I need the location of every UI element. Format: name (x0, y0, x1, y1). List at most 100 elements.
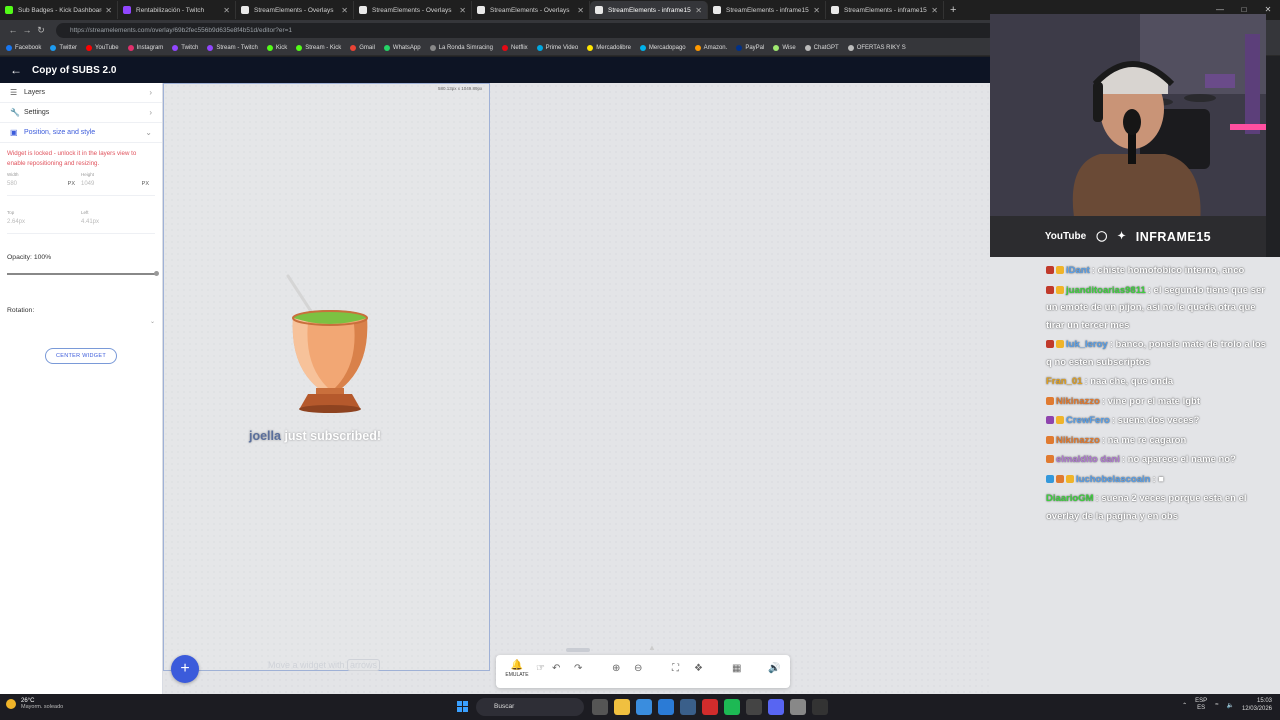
chat-message: iDant: chiste homofobico interno, anco (1046, 262, 1270, 280)
bookmark-favicon-icon (6, 44, 12, 51)
browser-tab[interactable]: Sub Badges - Kick Dashboard ✕ (0, 1, 118, 19)
app-icon[interactable] (746, 699, 762, 715)
bookmark-item[interactable]: Gmail (350, 44, 375, 51)
bookmark-item[interactable]: Facebook (6, 44, 41, 51)
settings-row[interactable]: 🔧 Settings › (0, 103, 162, 123)
center-widget-button[interactable]: CENTER WIDGET (45, 348, 117, 364)
cursor-icon[interactable]: ☞ (536, 663, 545, 674)
bookmark-item[interactable]: Kick (266, 44, 287, 51)
widget-size-label: 580.13px x 1049.89px (438, 86, 483, 91)
bookmark-item[interactable]: Stream - Twitch (207, 44, 258, 51)
top-field[interactable]: Top 2.64px (7, 210, 81, 225)
bookmark-item[interactable]: Mercadopago (639, 44, 686, 51)
opacity-slider[interactable] (7, 271, 159, 276)
tab-close-icon[interactable]: ✕ (695, 6, 702, 15)
tab-close-icon[interactable]: ✕ (813, 6, 820, 15)
browser-tab[interactable]: StreamElements - inframe15 ✕ (590, 1, 708, 19)
tray-chevron-icon[interactable]: ⌃ (1182, 702, 1187, 709)
bookmark-item[interactable]: PayPal (736, 44, 764, 51)
fit-screen-icon[interactable]: ⛶ (672, 663, 679, 674)
bookmark-item[interactable]: La Ronda Simracing (429, 44, 493, 51)
steam-icon[interactable] (680, 699, 696, 715)
bookmark-item[interactable]: Instagram (127, 44, 163, 51)
bookmark-item[interactable]: ChatGPT (804, 44, 839, 51)
task-view-icon[interactable] (592, 699, 608, 715)
chevron-up-icon[interactable]: ▲ (648, 643, 656, 652)
chat-badge-icon (1056, 340, 1064, 348)
zoom-in-icon[interactable]: ⊕ (612, 663, 620, 674)
browser-tab[interactable]: StreamElements - Overlays ✕ (354, 1, 472, 19)
undo-icon[interactable]: ↶ (552, 663, 560, 674)
hint-key: arrows (347, 659, 381, 671)
edge-icon[interactable] (658, 699, 674, 715)
volume-tray-icon[interactable]: 🔈 (1226, 702, 1233, 709)
tab-close-icon[interactable]: ✕ (577, 6, 584, 15)
bookmark-item[interactable]: OFERTAS RIKY S (847, 44, 906, 51)
bookmark-item[interactable]: Wise (773, 44, 796, 51)
taskbar-search[interactable]: Buscar (476, 698, 584, 716)
back-icon[interactable]: ← (6, 25, 20, 35)
bookmark-item[interactable]: Stream - Kick (296, 44, 341, 51)
add-widget-button[interactable]: + (171, 655, 199, 683)
wifi-icon[interactable]: ≈ (1215, 702, 1218, 708)
chat-text: : na me re cagaron (1101, 434, 1187, 446)
new-tab-icon[interactable]: + (950, 4, 956, 16)
emulate-button[interactable]: 🔔 EMULATE (502, 660, 532, 678)
tab-close-icon[interactable]: ✕ (931, 6, 938, 15)
bookmark-item[interactable]: YouTube (86, 44, 119, 51)
browser-tab[interactable]: StreamElements - inframe15 ✕ (708, 1, 826, 19)
height-field[interactable]: Height 1049 PX (81, 172, 155, 187)
browser-tab[interactable]: StreamElements - Overlays ✕ (472, 1, 590, 19)
bookmark-item[interactable]: Twitter (50, 44, 77, 51)
obs-icon[interactable] (812, 699, 828, 715)
bookmark-item[interactable]: Amazon. (694, 44, 727, 51)
clock[interactable]: 15:03 12/03/2026 (1242, 697, 1272, 713)
browser-tab[interactable]: Rentabilización - Twitch ✕ (118, 1, 236, 19)
app-icon[interactable] (702, 699, 718, 715)
bookmark-item[interactable]: Prime Video (536, 44, 578, 51)
volume-icon[interactable]: 🔊 (768, 663, 780, 674)
chrome-icon[interactable] (636, 699, 652, 715)
weather-widget[interactable]: 26°C Mayorm. soleado (6, 698, 63, 710)
file-explorer-icon[interactable] (614, 699, 630, 715)
rotation-select[interactable]: ⌄ (7, 318, 155, 326)
reload-icon[interactable]: ↻ (34, 25, 48, 36)
bookmark-favicon-icon (350, 44, 357, 51)
settings-icon[interactable] (790, 699, 806, 715)
discord-icon[interactable] (768, 699, 784, 715)
top-value: 2.64px (7, 219, 26, 225)
width-field[interactable]: Width 580 PX (7, 172, 81, 187)
language-indicator[interactable]: ESP ES (1195, 698, 1207, 712)
fullscreen-icon[interactable]: ❖ (694, 663, 703, 674)
chat-username: luchobelascoain (1076, 473, 1151, 485)
position-size-style-row[interactable]: ▣ Position, size and style ⌄ (0, 123, 162, 143)
bookmark-item[interactable]: WhatsApp (383, 44, 421, 51)
redo-icon[interactable]: ↷ (574, 663, 582, 674)
back-arrow-icon[interactable]: ← (10, 63, 22, 77)
chat-text: : suena dos veces? (1111, 415, 1200, 426)
spotify-icon[interactable] (724, 699, 740, 715)
tab-close-icon[interactable]: ✕ (459, 6, 466, 15)
bookmark-item[interactable]: Mercadolibre (587, 44, 631, 51)
tab-close-icon[interactable]: ✕ (341, 6, 348, 15)
tab-close-icon[interactable]: ✕ (223, 6, 230, 15)
tab-favicon-icon (123, 6, 131, 14)
left-field[interactable]: Left 4.41px (81, 210, 155, 225)
chat-badge-icon (1046, 474, 1054, 483)
zoom-out-icon[interactable]: ⊖ (634, 663, 642, 674)
drag-handle[interactable] (566, 648, 590, 652)
tab-close-icon[interactable]: ✕ (105, 6, 112, 15)
layers-row[interactable]: ☰ Layers › (0, 83, 162, 103)
slider-knob[interactable] (154, 271, 159, 276)
windows-start-icon[interactable] (457, 701, 468, 712)
bookmark-item[interactable]: Twitch (172, 44, 198, 51)
forward-icon[interactable]: → (20, 25, 34, 35)
chat-badge-icon (1046, 340, 1054, 348)
browser-tab[interactable]: StreamElements - Overlays ✕ (236, 1, 354, 19)
browser-tab[interactable]: StreamElements - inframe15 ✕ (826, 1, 944, 19)
url-input[interactable]: https://streamelements.com/overlay/69b2f… (56, 22, 996, 38)
bookmark-item[interactable]: Netflix (501, 44, 528, 51)
grid-icon[interactable]: ▦ (732, 663, 741, 674)
chat-badge-icon (1046, 396, 1054, 405)
tab-title: StreamElements - Overlays (490, 6, 570, 14)
